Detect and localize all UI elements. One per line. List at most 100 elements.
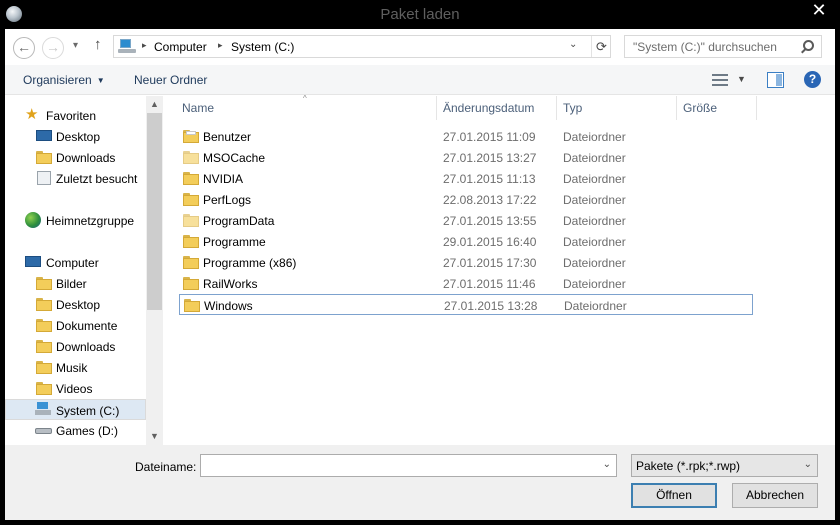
- nav-system-c[interactable]: System (C:): [5, 399, 146, 420]
- nav-pictures[interactable]: Bilder: [5, 273, 146, 294]
- file-name: Programme (x86): [203, 256, 297, 270]
- preview-pane-icon[interactable]: [767, 72, 784, 88]
- folder-icon: [183, 193, 199, 206]
- nav-fav-desktop[interactable]: Desktop: [5, 126, 146, 147]
- close-button[interactable]: ✕: [804, 0, 834, 21]
- view-dropdown-icon[interactable]: ▼: [737, 74, 746, 84]
- nav-music[interactable]: Musik: [5, 357, 146, 378]
- table-row[interactable]: Programme 29.01.2015 16:40 Dateiordner: [179, 231, 753, 252]
- command-bar: Organisieren ▼ Neuer Ordner ▼ ?: [5, 65, 835, 95]
- scroll-up-icon[interactable]: ▲: [146, 96, 163, 113]
- file-name: Programme: [203, 235, 266, 249]
- table-row[interactable]: Programme (x86) 27.01.2015 17:30 Dateior…: [179, 252, 753, 273]
- new-folder-button[interactable]: Neuer Ordner: [134, 73, 207, 87]
- search-icon[interactable]: [803, 40, 814, 51]
- nav-label: Bilder: [56, 277, 87, 291]
- recent-places-icon: [36, 170, 52, 186]
- table-row[interactable]: PerfLogs 22.08.2013 17:22 Dateiordner: [179, 189, 753, 210]
- chevron-down-icon[interactable]: ⌄: [603, 459, 611, 470]
- pictures-folder-icon: [36, 277, 52, 293]
- file-name: RailWorks: [203, 277, 258, 291]
- up-button[interactable]: ↑: [94, 36, 102, 53]
- window-title: Paket laden: [380, 6, 460, 23]
- file-date: 27.01.2015 11:46: [443, 277, 536, 291]
- nav-fav-recent[interactable]: Zuletzt besucht: [5, 168, 146, 189]
- folder-icon: [183, 151, 199, 164]
- table-row[interactable]: MSOCache 27.01.2015 13:27 Dateiordner: [179, 147, 753, 168]
- file-name: NVIDIA: [203, 172, 244, 186]
- nav-downloads[interactable]: Downloads: [5, 336, 146, 357]
- nav-favorites[interactable]: ★ Favoriten: [5, 105, 146, 126]
- column-divider[interactable]: [436, 96, 437, 120]
- file-type: Dateiordner: [563, 256, 626, 270]
- recent-locations-dropdown[interactable]: ▾: [73, 40, 78, 51]
- table-row[interactable]: RailWorks 27.01.2015 11:46 Dateiordner: [179, 273, 753, 294]
- folder-icon: [183, 256, 199, 269]
- column-header-type[interactable]: Typ: [563, 101, 582, 115]
- column-divider[interactable]: [756, 96, 757, 120]
- nav-label: Zuletzt besucht: [56, 172, 138, 186]
- table-row[interactable]: ProgramData 27.01.2015 13:55 Dateiordner: [179, 210, 753, 231]
- search-input[interactable]: "System (C:)" durchsuchen: [624, 35, 822, 58]
- breadcrumb-system-c[interactable]: System (C:): [231, 40, 294, 54]
- breadcrumb-separator-icon[interactable]: ▸: [142, 40, 147, 51]
- organize-label: Organisieren: [23, 73, 92, 87]
- column-header-date[interactable]: Änderungsdatum: [443, 101, 534, 115]
- filetype-select[interactable]: Pakete (*.rpk;*.rwp) ⌄: [631, 454, 818, 477]
- file-name: MSOCache: [203, 151, 266, 165]
- search-placeholder: "System (C:)" durchsuchen: [633, 40, 777, 54]
- table-row[interactable]: NVIDIA 27.01.2015 11:13 Dateiordner: [179, 168, 753, 189]
- nav-label: Downloads: [56, 151, 116, 165]
- column-header-size[interactable]: Größe: [683, 101, 717, 115]
- nav-homegroup[interactable]: Heimnetzgruppe: [5, 210, 146, 231]
- music-folder-icon: [36, 361, 52, 377]
- back-button[interactable]: ←: [13, 37, 35, 59]
- table-row[interactable]: Windows 27.01.2015 13:28 Dateiordner: [179, 294, 753, 315]
- title-bar: Paket laden ✕: [0, 0, 840, 29]
- nav-videos[interactable]: Videos: [5, 378, 146, 399]
- column-divider[interactable]: [556, 96, 557, 120]
- file-date: 27.01.2015 11:13: [443, 172, 536, 186]
- organize-menu[interactable]: Organisieren ▼: [23, 73, 105, 87]
- file-name: ProgramData: [203, 214, 275, 228]
- scroll-thumb[interactable]: [147, 113, 162, 310]
- nav-label: Downloads: [56, 340, 116, 354]
- file-date: 27.01.2015 13:55: [443, 214, 537, 228]
- column-divider[interactable]: [676, 96, 677, 120]
- downloads-folder-icon: [36, 151, 52, 167]
- column-header-name[interactable]: Name: [182, 101, 214, 115]
- open-button[interactable]: Öffnen: [631, 483, 717, 508]
- chevron-down-icon[interactable]: ⌄: [804, 459, 812, 470]
- forward-button[interactable]: →: [42, 37, 64, 59]
- cancel-button[interactable]: Abbrechen: [732, 483, 818, 508]
- refresh-icon[interactable]: ⟳: [591, 36, 611, 57]
- nav-computer[interactable]: Computer: [5, 252, 146, 273]
- help-icon[interactable]: ?: [804, 71, 821, 88]
- nav-label: Videos: [56, 382, 93, 396]
- scroll-down-icon[interactable]: ▼: [146, 428, 163, 445]
- desktop-icon: [36, 128, 52, 144]
- folder-icon: [183, 172, 199, 185]
- nav-label: System (C:): [56, 404, 120, 418]
- filename-field[interactable]: ⌄: [200, 454, 617, 477]
- nav-label: Heimnetzgruppe: [46, 214, 135, 228]
- nav-scrollbar[interactable]: ▲ ▼: [146, 96, 163, 445]
- view-options-icon[interactable]: [712, 74, 728, 86]
- file-type: Dateiordner: [563, 214, 626, 228]
- address-bar[interactable]: ▸ Computer ▸ System (C:) ⌄ ⟳: [113, 35, 611, 58]
- address-dropdown-icon[interactable]: ⌄: [569, 39, 577, 50]
- breadcrumb-separator-icon[interactable]: ▸: [218, 40, 223, 51]
- file-date: 22.08.2013 17:22: [443, 193, 537, 207]
- drive-icon: [35, 422, 52, 438]
- nav-label: Games (D:): [56, 424, 119, 438]
- folder-icon: [183, 130, 199, 143]
- nav-desktop[interactable]: Desktop: [5, 294, 146, 315]
- file-name: Benutzer: [203, 130, 252, 144]
- folder-icon: [183, 277, 199, 290]
- computer-icon: [25, 254, 41, 270]
- breadcrumb-computer[interactable]: Computer: [154, 40, 207, 54]
- nav-documents[interactable]: Dokumente: [5, 315, 146, 336]
- nav-games-d[interactable]: Games (D:): [5, 420, 146, 441]
- table-row[interactable]: Benutzer 27.01.2015 11:09 Dateiordner: [179, 126, 753, 147]
- nav-fav-downloads[interactable]: Downloads: [5, 147, 146, 168]
